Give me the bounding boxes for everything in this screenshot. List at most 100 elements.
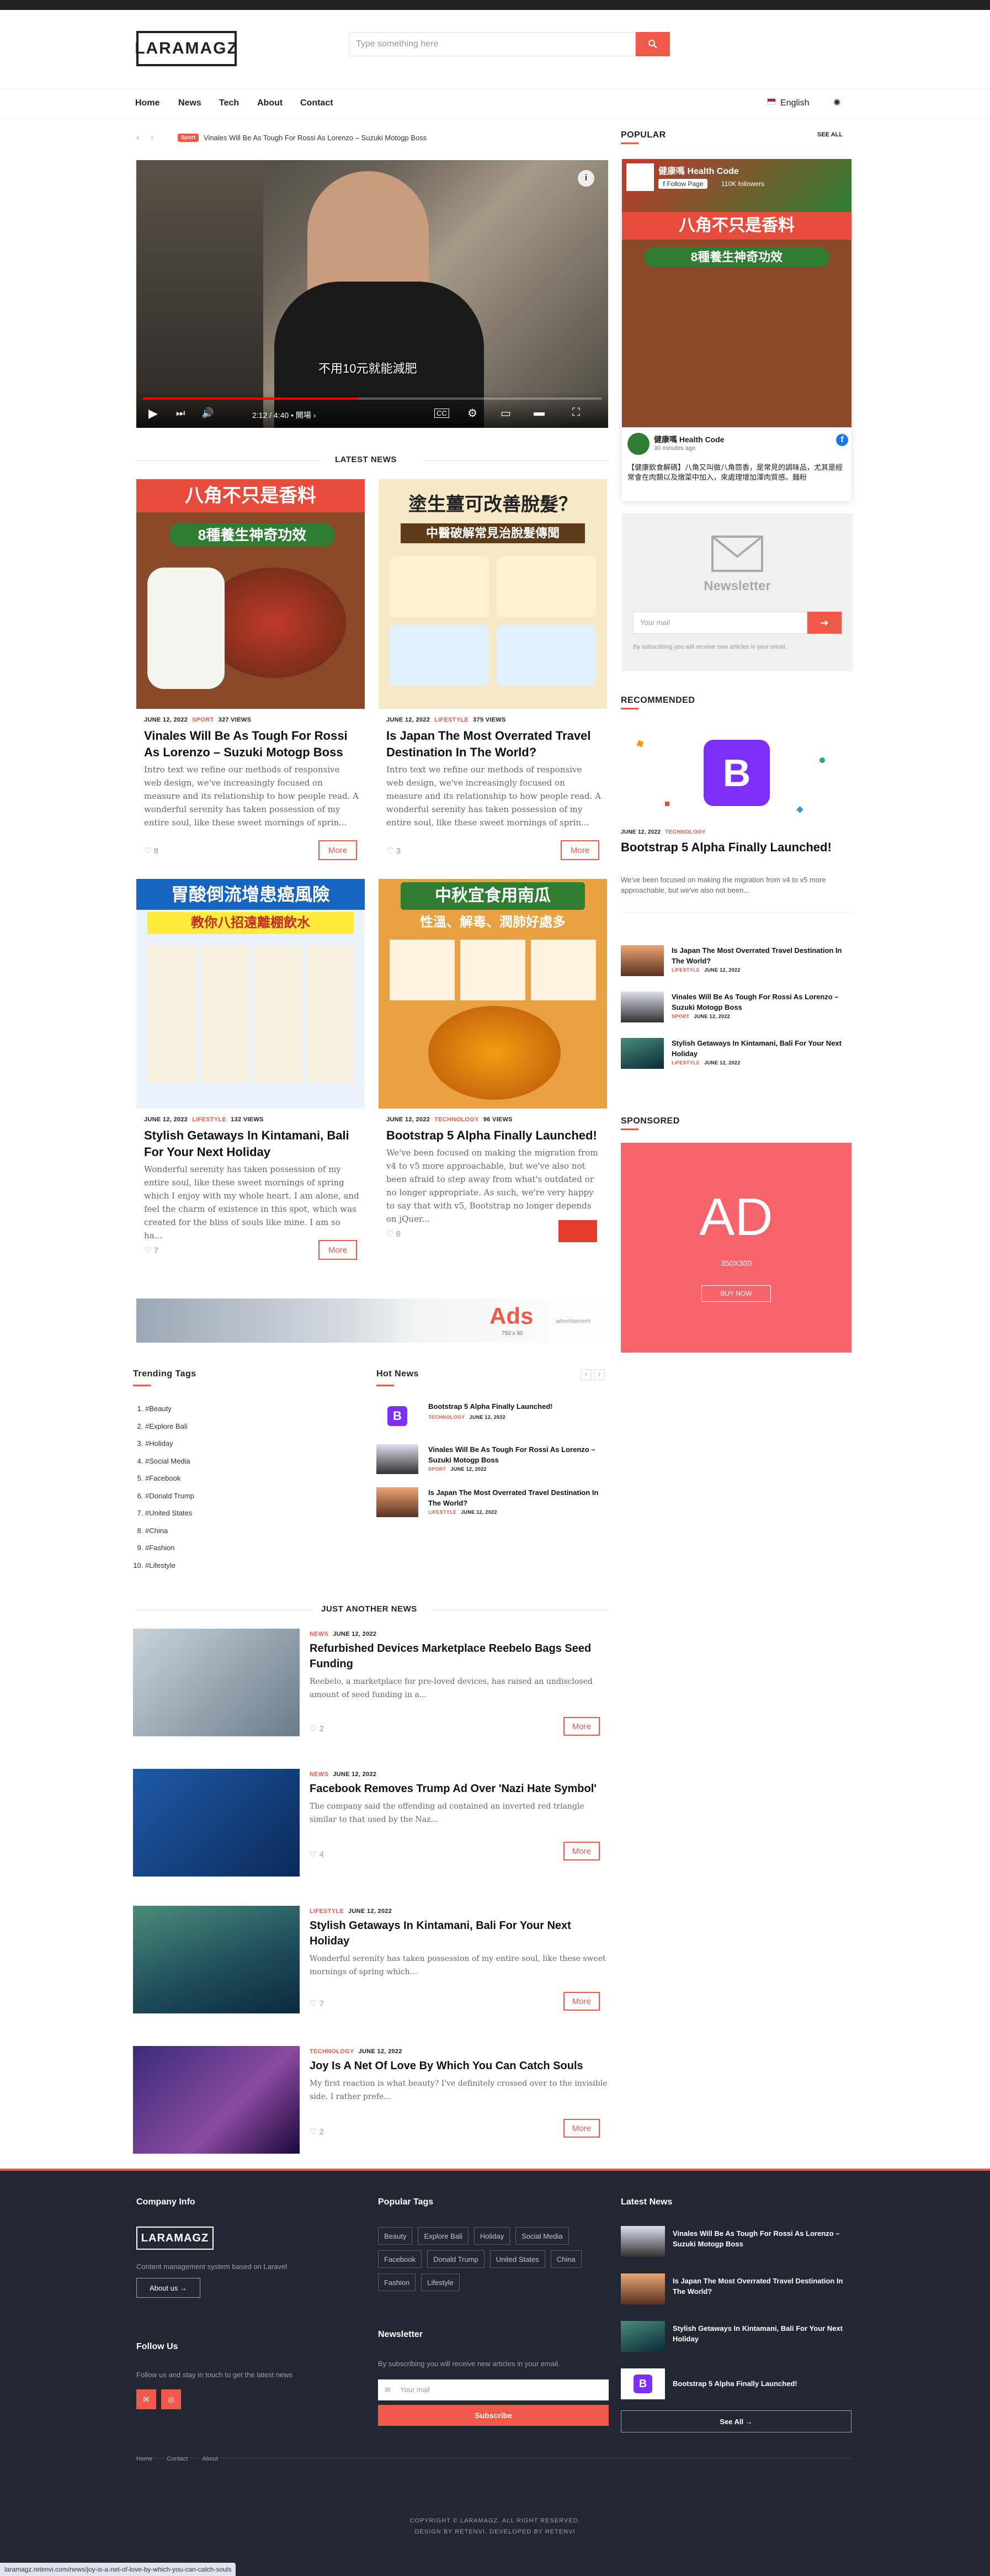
- footer-logo[interactable]: LARAMAGZ: [136, 2227, 214, 2250]
- like-count[interactable]: ♡ 3: [386, 846, 401, 856]
- item-image[interactable]: [133, 1906, 300, 2013]
- facebook-widget[interactable]: 健康嗎 Health Code f Follow Page 110K follo…: [622, 159, 851, 501]
- ticker-prev-icon[interactable]: ‹: [136, 132, 139, 141]
- search-input[interactable]: Type something here: [349, 32, 636, 56]
- more-button[interactable]: More: [563, 2119, 600, 2138]
- fb-post-image[interactable]: 八角不只是香料 8種養生神奇功效: [622, 212, 851, 427]
- sponsored-ad[interactable]: AD 350X300 BUY NOW: [621, 1143, 851, 1353]
- ad-banner[interactable]: Ads 750 x 90 advertisement: [136, 1298, 608, 1343]
- like-count[interactable]: ♡ 7: [310, 1999, 324, 2008]
- footer-tag[interactable]: Fashion: [378, 2273, 416, 2291]
- footer-link-home[interactable]: Home: [136, 2456, 152, 2462]
- fb-page-name[interactable]: 健康嗎 Health Code: [658, 163, 739, 177]
- ticker-next-icon[interactable]: ›: [151, 132, 153, 141]
- nav-news[interactable]: News: [178, 98, 201, 108]
- ticker-headline[interactable]: Vinales Will Be As Tough For Rossi As Lo…: [204, 134, 427, 142]
- footer-latest-item[interactable]: Stylish Getaways In Kintamani, Bali For …: [621, 2321, 853, 2354]
- footer-tag[interactable]: Social Media: [515, 2227, 569, 2245]
- list-item[interactable]: LIFESTYLE JUNE 12, 2022 Stylish Getaways …: [133, 1906, 608, 2016]
- like-count[interactable]: ♡ 4: [310, 1849, 324, 1859]
- next-icon[interactable]: ⏭: [176, 407, 185, 419]
- like-count[interactable]: ♡ 2: [310, 1724, 324, 1734]
- fb-follow-button[interactable]: f Follow Page: [658, 179, 708, 189]
- item-image[interactable]: [133, 2046, 300, 2154]
- theater-icon[interactable]: ▬: [534, 406, 545, 419]
- about-us-button[interactable]: About us →: [136, 2278, 200, 2298]
- footer-latest-item[interactable]: B Bootstrap 5 Alpha Finally Launched!: [621, 2368, 853, 2402]
- card-image[interactable]: 八角不只是香料 8種養生神奇功效: [136, 479, 365, 709]
- recommended-item[interactable]: Is Japan The Most Overrated Travel Desti…: [621, 945, 851, 978]
- news-card[interactable]: 胃酸倒流增患癌風險 教你八招遠離棚飲水 JUNE 12, 2022 LIFESTY…: [136, 879, 365, 1265]
- footer-link-contact[interactable]: Contact: [167, 2456, 188, 2462]
- list-item[interactable]: NEWS JUNE 12, 2022 Refurbished Devices Ma…: [133, 1629, 608, 1739]
- footer-tag[interactable]: China: [550, 2250, 582, 2268]
- card-image[interactable]: 塗生薑可改善脫髮？ 中醫破解常見治脫髮傳聞: [379, 479, 607, 709]
- item-image[interactable]: [133, 1629, 300, 1736]
- trending-tag[interactable]: #Facebook: [145, 1470, 194, 1487]
- trending-tag[interactable]: #Holiday: [145, 1435, 194, 1453]
- item-image[interactable]: [133, 1769, 300, 1877]
- footer-tag[interactable]: Beauty: [378, 2227, 413, 2245]
- footer-latest-item[interactable]: Is Japan The Most Overrated Travel Desti…: [621, 2273, 853, 2307]
- trending-tag[interactable]: #Explore Bali: [145, 1418, 194, 1435]
- like-count[interactable]: ♡ 2: [310, 2127, 324, 2137]
- settings-icon[interactable]: ⚙: [467, 406, 477, 420]
- facebook-icon[interactable]: f: [836, 434, 848, 446]
- nav-contact[interactable]: Contact: [300, 98, 333, 108]
- search-button[interactable]: [636, 32, 670, 56]
- site-logo[interactable]: LARAMAGZ: [135, 31, 237, 66]
- ad-buy-button[interactable]: BUY NOW: [701, 1285, 771, 1302]
- card-image[interactable]: 胃酸倒流增患癌風險 教你八招遠離棚飲水: [136, 879, 365, 1109]
- hot-next-icon[interactable]: ›: [594, 1369, 605, 1380]
- info-icon[interactable]: i: [578, 170, 594, 187]
- newsletter-submit-button[interactable]: ➜: [807, 612, 842, 634]
- nav-tech[interactable]: Tech: [219, 98, 239, 108]
- more-button[interactable]: More: [318, 840, 357, 860]
- more-button[interactable]: More: [563, 1717, 600, 1736]
- recommended-item[interactable]: Stylish Getaways In Kintamani, Bali For …: [621, 1038, 851, 1071]
- hot-news-item[interactable]: B Bootstrap 5 Alpha Finally Launched! TE…: [376, 1401, 605, 1434]
- item-title[interactable]: Facebook Removes Trump Ad Over 'Nazi Hat…: [310, 1781, 608, 1796]
- hot-prev-icon[interactable]: ‹: [581, 1369, 592, 1380]
- more-button[interactable]: More: [561, 840, 599, 860]
- footer-tag[interactable]: Holiday: [473, 2227, 510, 2245]
- trending-tag[interactable]: #Fashion: [145, 1539, 194, 1557]
- subscribe-button[interactable]: Subscribe: [378, 2405, 609, 2426]
- recommended-image[interactable]: B: [621, 719, 851, 827]
- card-image[interactable]: 中秋宜食用南瓜 性溫、解毒、潤肺好處多: [379, 879, 607, 1109]
- recommended-item[interactable]: Vinales Will Be As Tough For Rossi As Lo…: [621, 992, 851, 1025]
- more-button[interactable]: More: [318, 1240, 357, 1260]
- list-item[interactable]: NEWS JUNE 12, 2022 Facebook Removes Trump…: [133, 1769, 608, 1879]
- like-count[interactable]: ♡ 7: [144, 1245, 158, 1255]
- item-title[interactable]: Joy Is A Net Of Love By Which You Can Ca…: [310, 2058, 608, 2074]
- newsletter-input[interactable]: Your mail: [633, 612, 807, 634]
- nav-about[interactable]: About: [257, 98, 283, 108]
- fb-post-name[interactable]: 健康嗎 Health Code: [654, 434, 725, 445]
- video-progress[interactable]: [143, 397, 602, 400]
- like-count[interactable]: ♡ 8: [144, 846, 158, 856]
- language-selector[interactable]: English: [780, 98, 809, 108]
- volume-icon[interactable]: 🔊: [201, 407, 214, 419]
- like-count[interactable]: ♡ 6: [386, 1229, 401, 1239]
- card-title[interactable]: Bootstrap 5 Alpha Finally Launched!: [386, 1127, 602, 1144]
- footer-latest-item[interactable]: Vinales Will Be As Tough For Rossi As Lo…: [621, 2226, 853, 2259]
- nav-home[interactable]: Home: [135, 98, 159, 108]
- see-all-link[interactable]: SEE ALL: [817, 131, 843, 138]
- trending-tag[interactable]: #Lifestyle: [145, 1557, 194, 1575]
- fullscreen-icon[interactable]: ⛶: [572, 406, 580, 419]
- hot-news-item[interactable]: Is Japan The Most Overrated Travel Desti…: [376, 1487, 605, 1520]
- card-title[interactable]: Vinales Will Be As Tough For Rossi As Lo…: [144, 728, 359, 761]
- footer-newsletter-input[interactable]: ✉ Your mail: [378, 2379, 609, 2400]
- news-card[interactable]: 中秋宜食用南瓜 性溫、解毒、潤肺好處多 JUNE 12, 2022 TECHNOL…: [379, 879, 607, 1265]
- trending-tag[interactable]: #United States: [145, 1504, 194, 1522]
- list-item[interactable]: TECHNOLOGY JUNE 12, 2022 Joy Is A Net Of …: [133, 2046, 608, 2156]
- featured-video[interactable]: i 不用10元就能減肥 ▶ ⏭ 🔊 2:12 / 4:40 • 開場 › CC …: [136, 160, 608, 428]
- footer-tag[interactable]: Facebook: [378, 2250, 422, 2268]
- play-icon[interactable]: ▶: [148, 406, 158, 421]
- card-title[interactable]: Is Japan The Most Overrated Travel Desti…: [386, 728, 602, 761]
- more-button-active[interactable]: [558, 1220, 597, 1242]
- recommended-headline[interactable]: Bootstrap 5 Alpha Finally Launched!: [621, 839, 851, 856]
- item-title[interactable]: Refurbished Devices Marketplace Reebelo …: [310, 1641, 608, 1672]
- theme-toggle-icon[interactable]: ✺: [833, 97, 840, 108]
- instagram-icon[interactable]: ◎: [161, 2389, 181, 2409]
